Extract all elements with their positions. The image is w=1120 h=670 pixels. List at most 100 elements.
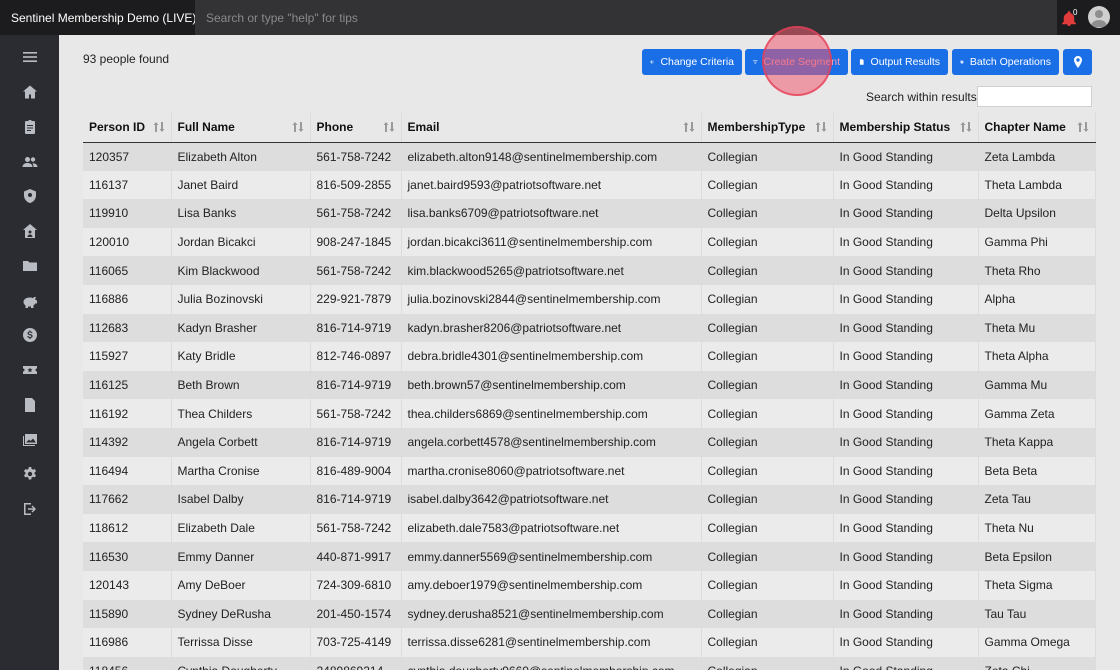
home-icon[interactable] bbox=[21, 83, 39, 101]
table-cell: In Good Standing bbox=[833, 628, 979, 657]
table-cell: In Good Standing bbox=[833, 570, 979, 600]
table-row[interactable]: 116530 Emmy Danner 440-871-9917 emmy.danner… bbox=[83, 542, 1096, 571]
clipboard-icon[interactable] bbox=[21, 118, 39, 136]
table-cell: In Good Standing bbox=[833, 513, 979, 543]
table-row[interactable]: 116886 Julia Bozinovski 229-921-7879 julia.… bbox=[83, 284, 1096, 314]
table-row[interactable]: 112683 Kadyn Brasher 816-714-9719 kadyn.bra… bbox=[83, 313, 1096, 343]
ticket-icon[interactable] bbox=[21, 361, 39, 379]
output-results-label: Output Results bbox=[870, 56, 940, 68]
gear-icon[interactable] bbox=[21, 465, 39, 483]
table-cell: 120143 bbox=[83, 570, 172, 600]
table-cell: Collegian bbox=[701, 542, 834, 571]
table-row[interactable]: 115890 Sydney DeRusha 201-450-1574 sydney.d… bbox=[83, 599, 1096, 629]
logout-icon[interactable] bbox=[21, 500, 39, 518]
table-body: 120357 Elizabeth Alton 561-758-7242 elizabe… bbox=[83, 142, 1096, 670]
table-cell: 816-714-9719 bbox=[310, 485, 402, 514]
sort-icon[interactable] bbox=[383, 121, 395, 133]
table-row[interactable]: 116192 Thea Childers 561-758-7242 thea.chil… bbox=[83, 399, 1096, 428]
sort-icon[interactable] bbox=[1077, 121, 1089, 133]
table-cell: 908-247-1845 bbox=[310, 227, 402, 257]
piggy-bank-icon[interactable] bbox=[21, 292, 39, 310]
table-cell: Angela Corbett bbox=[171, 427, 311, 457]
table-row[interactable]: 120143 Amy DeBoer 724-309-6810 amy.deboer19… bbox=[83, 570, 1096, 600]
column-header[interactable]: Membership Status bbox=[833, 113, 979, 143]
table-cell: Thea Childers bbox=[171, 399, 311, 428]
table-cell: 116192 bbox=[83, 399, 172, 428]
table-cell: emmy.danner5569@sentinelmembership.com bbox=[401, 542, 702, 571]
table-cell: Collegian bbox=[701, 199, 834, 228]
map-pin-button[interactable] bbox=[1063, 49, 1092, 75]
table-row[interactable]: 117662 Isabel Dalby 816-714-9719 isabel.dal… bbox=[83, 485, 1096, 514]
table-row[interactable]: 116125 Beth Brown 816-714-9719 beth.brown57… bbox=[83, 370, 1096, 400]
table-cell: janet.baird9593@patriotsoftware.net bbox=[401, 170, 702, 200]
table-cell: Gamma Omega bbox=[978, 628, 1096, 657]
dollar-icon[interactable] bbox=[21, 326, 39, 344]
table-cell: In Good Standing bbox=[833, 427, 979, 457]
document-icon[interactable] bbox=[21, 396, 39, 414]
folder-icon[interactable] bbox=[21, 257, 39, 275]
sort-icon[interactable] bbox=[815, 121, 827, 133]
sort-icon[interactable] bbox=[960, 121, 972, 133]
main-content: 93 people found Change Criteria Create S… bbox=[59, 26, 1120, 670]
people-icon[interactable] bbox=[21, 153, 39, 171]
table-cell: 561-758-7242 bbox=[310, 256, 402, 285]
table-cell: julia.bozinovski2844@sentinelmembership.… bbox=[401, 284, 702, 314]
table-cell: amy.deboer1979@sentinelmembership.com bbox=[401, 570, 702, 600]
table-cell: Lisa Banks bbox=[171, 199, 311, 228]
table-row[interactable]: 120357 Elizabeth Alton 561-758-7242 elizabe… bbox=[83, 142, 1096, 171]
table-cell: Cynthia Dougherty bbox=[171, 656, 311, 670]
table-row[interactable]: 116494 Martha Cronise 816-489-9004 martha.c… bbox=[83, 456, 1096, 486]
batch-operations-label: Batch Operations bbox=[969, 56, 1051, 68]
table-cell: 561-758-7242 bbox=[310, 399, 402, 428]
menu-icon[interactable] bbox=[21, 48, 39, 66]
table-cell: 703-725-4149 bbox=[310, 628, 402, 657]
table-cell: In Good Standing bbox=[833, 313, 979, 343]
app-title: Sentinel Membership Demo (LIVE) bbox=[11, 10, 197, 25]
table-cell: In Good Standing bbox=[833, 342, 979, 371]
table-row[interactable]: 116065 Kim Blackwood 561-758-7242 kim.black… bbox=[83, 256, 1096, 285]
create-segment-button[interactable]: Create Segment bbox=[745, 49, 848, 75]
global-search-input[interactable] bbox=[195, 0, 1057, 35]
avatar[interactable] bbox=[1088, 6, 1110, 28]
table-cell: In Good Standing bbox=[833, 227, 979, 257]
sort-icon[interactable] bbox=[153, 121, 165, 133]
table-cell: Zeta Chi bbox=[978, 656, 1096, 670]
change-criteria-label: Change Criteria bbox=[660, 56, 734, 68]
change-criteria-button[interactable]: Change Criteria bbox=[642, 49, 742, 75]
table-cell: 116137 bbox=[83, 170, 172, 200]
column-header[interactable]: Phone bbox=[310, 113, 402, 143]
table-row[interactable]: 118612 Elizabeth Dale 561-758-7242 elizabet… bbox=[83, 513, 1096, 543]
column-header-label: Phone bbox=[316, 120, 354, 135]
column-header[interactable]: Email bbox=[401, 113, 702, 143]
table-row[interactable]: 114392 Angela Corbett 816-714-9719 angela.c… bbox=[83, 427, 1096, 457]
table-row[interactable]: 119910 Lisa Banks 561-758-7242 lisa.banks67… bbox=[83, 199, 1096, 228]
column-header[interactable]: MembershipType bbox=[701, 113, 834, 143]
column-header[interactable]: Person ID bbox=[83, 113, 172, 143]
table-cell: Zeta Tau bbox=[978, 485, 1096, 514]
table-row[interactable]: 116137 Janet Baird 816-509-2855 janet.baird… bbox=[83, 170, 1096, 200]
table-cell: Collegian bbox=[701, 456, 834, 486]
table-cell: 816-714-9719 bbox=[310, 313, 402, 343]
table-cell: Zeta Lambda bbox=[978, 142, 1096, 171]
column-header[interactable]: Full Name bbox=[171, 113, 311, 143]
search-within-input[interactable] bbox=[977, 86, 1092, 107]
table-row[interactable]: 120010 Jordan Bicakci 908-247-1845 jordan.b… bbox=[83, 227, 1096, 257]
table-cell: In Good Standing bbox=[833, 370, 979, 400]
photos-icon[interactable] bbox=[21, 431, 39, 449]
table-cell: 117662 bbox=[83, 485, 172, 514]
table-cell: Amy DeBoer bbox=[171, 570, 311, 600]
house-people-icon[interactable] bbox=[21, 222, 39, 240]
sort-icon[interactable] bbox=[292, 121, 304, 133]
table-row[interactable]: 118456Cynthia Dougherty2489869214cynthia… bbox=[83, 656, 1096, 670]
table-cell: 116065 bbox=[83, 256, 172, 285]
column-header-label: Person ID bbox=[89, 120, 146, 135]
shield-icon[interactable] bbox=[21, 187, 39, 205]
output-results-button[interactable]: Output Results bbox=[851, 49, 948, 75]
batch-operations-button[interactable]: Batch Operations bbox=[952, 49, 1059, 75]
table-cell: Collegian bbox=[701, 256, 834, 285]
sort-icon[interactable] bbox=[683, 121, 695, 133]
column-header[interactable]: Chapter Name bbox=[978, 113, 1096, 143]
table-row[interactable]: 115927 Katy Bridle 812-746-0897 debra.bridl… bbox=[83, 342, 1096, 371]
table-row[interactable]: 116986 Terrissa Disse 703-725-4149 terrissa… bbox=[83, 628, 1096, 657]
table-cell: Tau Tau bbox=[978, 599, 1096, 629]
